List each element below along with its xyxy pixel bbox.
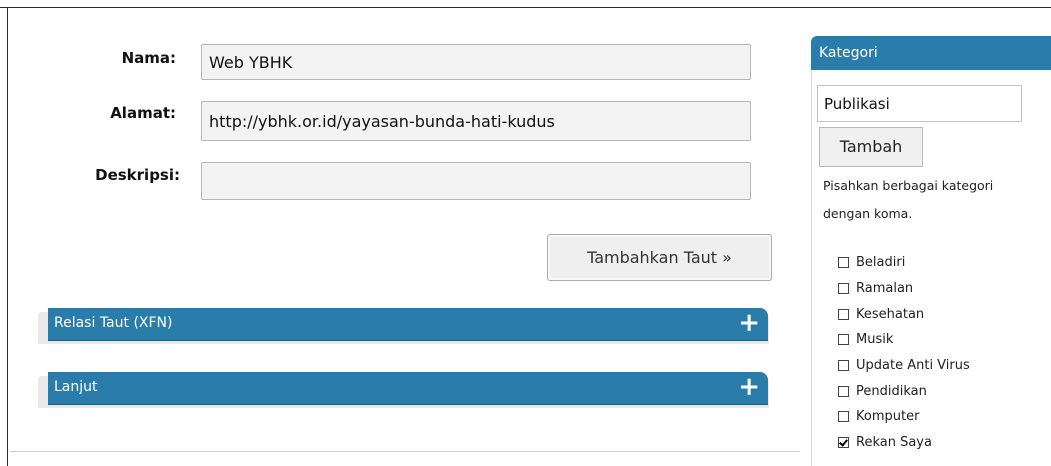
category-item[interactable]: Update Anti Virus <box>838 353 970 379</box>
category-header: Kategori <box>811 36 1051 70</box>
checkbox-icon[interactable] <box>838 360 849 372</box>
category-hint-line: Pisahkan berbagai kategori <box>823 178 994 193</box>
category-item[interactable]: Rekan Saya <box>838 430 970 456</box>
category-title: Kategori <box>819 45 878 61</box>
category-label: Pendidikan <box>856 383 927 399</box>
checkbox-icon[interactable] <box>838 411 849 423</box>
name-label: Nama: <box>121 49 176 67</box>
category-label: Ramalan <box>856 281 914 297</box>
address-field[interactable] <box>201 101 751 141</box>
checkbox-checked-icon[interactable] <box>838 437 849 449</box>
expand-plus-icon[interactable]: + <box>738 371 760 403</box>
category-item[interactable]: Beladiri <box>838 250 970 276</box>
category-label: Komputer <box>856 409 920 425</box>
category-item[interactable]: Kesehatan <box>838 301 970 327</box>
checkbox-icon[interactable] <box>838 283 849 295</box>
category-checklist: Beladiri Ramalan Kesehatan Musik Update … <box>838 250 970 456</box>
new-category-input[interactable] <box>817 85 1022 122</box>
category-hint: Pisahkan berbagai kategori dengan koma. <box>823 172 1051 228</box>
window-border-top <box>0 7 1051 8</box>
advanced-panel-title: Lanjut <box>54 379 98 395</box>
category-item[interactable]: Ramalan <box>838 276 970 302</box>
advanced-panel-header[interactable]: Lanjut + <box>48 372 768 405</box>
bottom-divider <box>10 451 800 452</box>
name-field[interactable] <box>201 44 751 80</box>
category-label: Beladiri <box>856 255 906 271</box>
xfn-panel-header[interactable]: Relasi Taut (XFN) + <box>48 308 768 341</box>
address-label: Alamat: <box>110 104 176 122</box>
description-field[interactable] <box>201 162 751 200</box>
category-label: Musik <box>856 332 894 348</box>
description-label: Deskripsi: <box>95 166 180 184</box>
checkbox-icon[interactable] <box>838 385 849 397</box>
category-label: Update Anti Virus <box>856 358 970 374</box>
expand-plus-icon[interactable]: + <box>738 307 760 339</box>
xfn-panel[interactable]: Relasi Taut (XFN) + <box>38 308 769 344</box>
advanced-panel[interactable]: Lanjut + <box>38 372 769 408</box>
add-link-button[interactable]: Tambahkan Taut » <box>547 234 772 281</box>
category-hint-line: dengan koma. <box>823 206 913 221</box>
category-item[interactable]: Musik <box>838 327 970 353</box>
add-category-button[interactable]: Tambah <box>819 127 923 167</box>
checkbox-icon[interactable] <box>838 257 849 269</box>
category-item[interactable]: Komputer <box>838 404 970 430</box>
checkbox-icon[interactable] <box>838 308 849 320</box>
window-border-left <box>7 7 8 466</box>
category-label: Rekan Saya <box>856 435 932 451</box>
category-item[interactable]: Pendidikan <box>838 378 970 404</box>
xfn-panel-title: Relasi Taut (XFN) <box>54 315 173 331</box>
category-label: Kesehatan <box>856 306 925 322</box>
checkbox-icon[interactable] <box>838 334 849 346</box>
